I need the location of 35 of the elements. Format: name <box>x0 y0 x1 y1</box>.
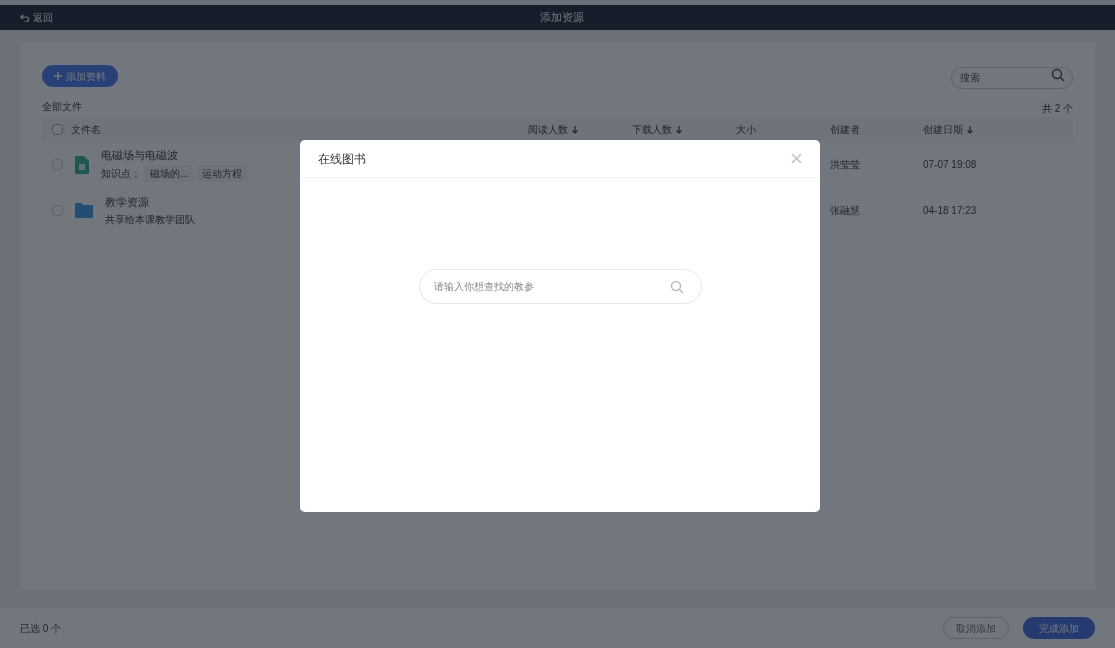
column-header: 创建者 <box>830 123 860 137</box>
breadcrumb: 全部文件 <box>42 99 82 114</box>
file-name[interactable]: 教学资源 <box>105 193 195 211</box>
dialog-title: 在线图书 <box>318 150 366 168</box>
checkbox[interactable] <box>52 124 63 135</box>
folder-icon <box>75 203 93 218</box>
search-field[interactable]: 搜索 <box>951 66 1073 89</box>
plus-icon <box>54 72 62 81</box>
creator-name: 张融慧 <box>830 204 861 218</box>
file-description: 共享给本课教学团队 <box>105 213 195 228</box>
tag: 磁场的... <box>145 165 194 183</box>
created-date: 07-07 19:08 <box>923 158 978 172</box>
search-icon <box>669 280 684 294</box>
file-count: 共 2 个 <box>1041 101 1073 116</box>
close-icon[interactable] <box>791 153 802 164</box>
sort-arrow-icon <box>676 125 682 134</box>
tag: 运动方程 <box>197 165 248 183</box>
sort-arrow-icon <box>967 125 973 134</box>
column-header[interactable]: 阅读人数 <box>528 122 578 137</box>
file-name[interactable]: 电磁场与电磁波 <box>101 146 248 164</box>
sort-arrow-icon <box>572 125 578 134</box>
column-header[interactable]: 创建日期 <box>923 122 973 137</box>
search-icon <box>1051 68 1065 82</box>
back-arrow-icon <box>20 13 29 22</box>
selected-count: 已选 0 个 <box>20 621 62 636</box>
tag-label: 知识点： <box>101 167 141 182</box>
created-date: 04-18 17:23 <box>923 204 978 218</box>
column-header[interactable]: 下载人数 <box>632 122 682 137</box>
book-search-field[interactable]: 请输入你想查找的教参 <box>418 269 702 304</box>
back-button[interactable]: 返回 <box>20 10 53 25</box>
document-icon <box>75 155 89 174</box>
page-title: 添加资源 <box>540 10 584 26</box>
creator-name: 洪莹莹 <box>830 158 861 172</box>
column-header: 文件名 <box>71 123 101 137</box>
column-header: 大小 <box>736 123 756 137</box>
